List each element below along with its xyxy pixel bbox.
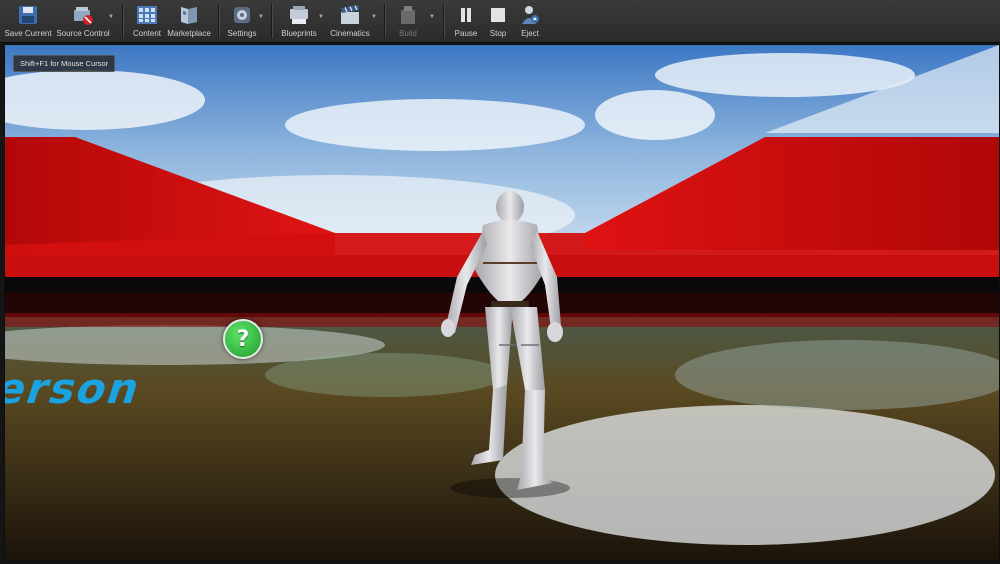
eject-icon bbox=[519, 4, 541, 26]
stop-button[interactable]: Stop bbox=[484, 2, 512, 40]
save-current-button[interactable]: Save Current bbox=[4, 2, 52, 40]
save-current-label: Save Current bbox=[4, 29, 52, 38]
mouse-cursor-hint: Shift+F1 for Mouse Cursor bbox=[13, 55, 116, 72]
source-control-dropdown[interactable]: ▼ bbox=[108, 14, 114, 20]
marketplace-label: Marketplace bbox=[167, 29, 211, 38]
cinematics-dropdown[interactable]: ▼ bbox=[371, 14, 377, 20]
settings-dropdown[interactable]: ▼ bbox=[258, 14, 264, 20]
cinematics-label: Cinematics bbox=[330, 29, 370, 38]
pause-icon bbox=[455, 4, 477, 26]
content-browser-icon bbox=[136, 4, 158, 26]
source-control-button[interactable]: Source Control bbox=[55, 2, 111, 40]
build-dropdown[interactable]: ▼ bbox=[429, 14, 435, 20]
blueprints-dropdown[interactable]: ▼ bbox=[318, 14, 324, 20]
game-viewport[interactable]: rd Person Shift+F1 for Mouse Cursor ? bbox=[4, 44, 1000, 562]
eject-button[interactable]: Eject bbox=[516, 2, 544, 40]
blueprints-button[interactable]: Blueprints bbox=[278, 2, 320, 40]
build-icon bbox=[397, 4, 419, 26]
build-button[interactable]: Build bbox=[392, 2, 424, 40]
toolbar-separator bbox=[443, 4, 445, 38]
question-mark-icon: ? bbox=[236, 326, 250, 352]
marketplace-button[interactable]: Marketplace bbox=[167, 2, 211, 40]
marketplace-icon bbox=[178, 4, 200, 26]
content-button[interactable]: Content bbox=[129, 2, 165, 40]
settings-label: Settings bbox=[227, 29, 257, 38]
blueprints-icon bbox=[288, 4, 310, 26]
toolbar-separator bbox=[122, 4, 124, 38]
cinematics-button[interactable]: Cinematics bbox=[327, 2, 373, 40]
content-label: Content bbox=[132, 29, 162, 38]
blueprints-label: Blueprints bbox=[281, 29, 317, 38]
game-scene: rd Person bbox=[5, 45, 999, 561]
stop-label: Stop bbox=[489, 29, 507, 38]
toolbar-separator bbox=[271, 4, 273, 38]
build-label: Build bbox=[399, 29, 417, 38]
clapperboard-icon bbox=[339, 4, 361, 26]
save-icon bbox=[17, 4, 39, 26]
source-control-icon bbox=[72, 4, 94, 26]
toolbar-separator bbox=[218, 4, 220, 38]
pause-button[interactable]: Pause bbox=[452, 2, 480, 40]
toolbar: Save Current Source Control ▼ Content Ma… bbox=[0, 0, 1000, 43]
toolbar-separator bbox=[384, 4, 386, 38]
settings-button[interactable]: Settings bbox=[224, 2, 260, 40]
source-control-label: Source Control bbox=[56, 29, 110, 38]
eject-label: Eject bbox=[521, 29, 539, 38]
settings-icon bbox=[231, 4, 253, 26]
floor-text: rd Person bbox=[5, 365, 148, 414]
help-pickup-icon: ? bbox=[223, 319, 263, 359]
stop-icon bbox=[487, 4, 509, 26]
pause-label: Pause bbox=[454, 29, 478, 38]
